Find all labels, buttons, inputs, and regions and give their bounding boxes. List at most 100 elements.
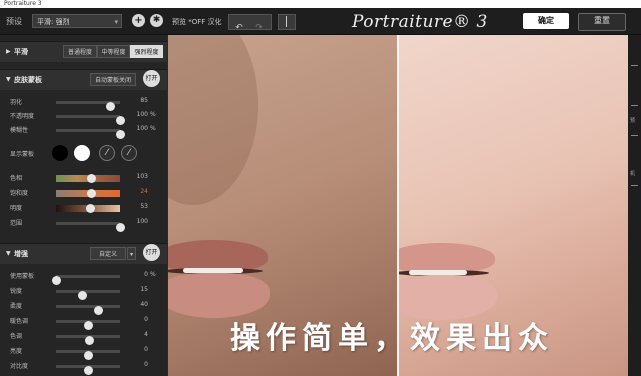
- slider-label: 亮度: [10, 348, 23, 355]
- slider-label: 使用蒙板: [10, 273, 35, 280]
- divider-line: [631, 135, 638, 142]
- slider-row: 不透明度 100 %: [0, 110, 167, 125]
- slider-row: 柔度 40: [0, 300, 167, 315]
- preview-area[interactable]: 操作简单，效果出众: [168, 35, 628, 376]
- black-swatch[interactable]: [52, 145, 68, 161]
- slider-label: 柔度: [10, 303, 23, 310]
- slider-row: 使用蒙板 0 %: [0, 270, 167, 285]
- smoothing-strong-button[interactable]: 强烈程度: [130, 45, 163, 58]
- slider-track[interactable]: [56, 115, 125, 125]
- saturation-gradient-track[interactable]: [56, 189, 120, 198]
- preview-label[interactable]: 预览 *OFF 汉化: [172, 17, 222, 27]
- slider-unit: %: [150, 111, 156, 118]
- undo-icon[interactable]: ↶: [229, 21, 249, 35]
- display-mask-label: 显示蒙板: [10, 151, 35, 158]
- range-slider-row: 范围 100: [0, 217, 167, 232]
- slider-thumb[interactable]: [84, 351, 93, 360]
- auto-mask-button[interactable]: 自动蒙板关闭: [90, 73, 136, 86]
- slider-track[interactable]: [56, 305, 120, 315]
- slider-track[interactable]: [56, 365, 120, 375]
- slider-thumb[interactable]: [77, 291, 87, 300]
- promo-caption: 操作简单，效果出众: [230, 321, 554, 356]
- display-mask-row: 显示蒙板 ⁄ ⁄: [0, 143, 167, 163]
- slider-thumb[interactable]: [87, 189, 97, 198]
- right-label: 预: [630, 118, 636, 124]
- chevron-down-icon[interactable]: ▾: [127, 247, 136, 260]
- slider-thumb[interactable]: [84, 366, 93, 375]
- face-shadow: [168, 35, 258, 205]
- hue-gradient-track[interactable]: [56, 174, 120, 183]
- divider-line: [631, 65, 638, 72]
- confirm-button[interactable]: 确定: [523, 13, 569, 29]
- enhance-section-header[interactable]: ▼ 增强 自定义 ▾: [0, 243, 167, 264]
- redo-icon[interactable]: ↷: [249, 21, 269, 35]
- smoothing-normal-button[interactable]: 普通程度: [63, 45, 97, 58]
- slider-value: 0: [144, 271, 148, 278]
- enhance-title: 增强: [14, 250, 28, 258]
- slider-track[interactable]: [56, 320, 120, 330]
- chevron-down-icon: ▾: [114, 18, 118, 26]
- slider-value: 15: [140, 286, 148, 293]
- preset-dropdown[interactable]: 平滑: 强烈 ▾: [32, 14, 122, 28]
- saturation-slider-row: 饱和度 24: [0, 187, 167, 199]
- slider-value: 100: [136, 111, 148, 118]
- plus-icon[interactable]: +: [132, 14, 145, 27]
- slider-thumb[interactable]: [116, 223, 125, 232]
- slider-thumb[interactable]: [52, 276, 61, 285]
- eyedropper-icon[interactable]: ⁄: [99, 145, 115, 161]
- skin-mask-section-header[interactable]: ▼ 皮肤蒙板 自动蒙板关闭: [0, 69, 167, 90]
- collapse-triangle-icon: ▶: [6, 48, 11, 55]
- preset-label: 预设: [6, 17, 22, 26]
- slider-row: 羽化 85: [0, 96, 167, 111]
- smoothing-title: 平滑: [14, 48, 28, 56]
- slider-row: 亮度 0: [0, 345, 167, 360]
- smoothing-section-header[interactable]: ▶ 平滑 普通程度 中等程度 强烈程度: [0, 41, 167, 62]
- gear-icon[interactable]: ✱: [150, 14, 163, 27]
- slider-track[interactable]: [56, 222, 125, 232]
- slider-track[interactable]: [56, 290, 120, 300]
- slider-track[interactable]: [56, 335, 120, 345]
- slider-row: 对比度 0: [0, 360, 167, 375]
- lower-lip: [168, 273, 270, 318]
- smoothing-medium-button[interactable]: 中等程度: [97, 45, 130, 58]
- reset-button[interactable]: 重置: [578, 13, 626, 31]
- eyedropper-plus-icon[interactable]: ⁄: [121, 145, 137, 161]
- right-sidebar: 预 机: [628, 35, 641, 376]
- preset-value: 平滑: 强烈: [37, 18, 70, 26]
- slider-label: 饱和度: [10, 190, 29, 197]
- slider-label: 范围: [10, 220, 23, 227]
- slider-label: 不透明度: [10, 113, 35, 120]
- skin-mask-title: 皮肤蒙板: [14, 76, 42, 84]
- slider-unit: %: [150, 125, 156, 132]
- slider-track[interactable]: [56, 350, 120, 360]
- enhance-toggle-button[interactable]: 打开: [143, 244, 160, 261]
- slider-thumb[interactable]: [87, 174, 97, 183]
- slider-value: 0: [144, 361, 148, 368]
- top-toolbar: 预设 平滑: 强烈 ▾ + ✱ 预览 *OFF 汉化 ↶ ↷ Portraitur…: [0, 8, 641, 35]
- skin-mask-toggle-button[interactable]: 打开: [143, 70, 160, 87]
- white-swatch[interactable]: [74, 145, 90, 161]
- slider-label: 模糊性: [10, 127, 29, 134]
- slider-track[interactable]: [56, 129, 125, 139]
- slider-value: 53: [140, 203, 148, 210]
- slider-thumb[interactable]: [93, 306, 103, 315]
- enhance-mode-dropdown[interactable]: 自定义: [90, 247, 126, 260]
- slider-label: 色相: [10, 175, 23, 182]
- brightness-gradient-track[interactable]: [56, 204, 120, 213]
- upper-lip: [399, 243, 495, 273]
- slider-thumb[interactable]: [116, 130, 125, 139]
- undo-redo-group: ↶ ↷: [228, 14, 272, 33]
- slider-unit: %: [150, 271, 156, 278]
- slider-row: 暖色调 0: [0, 315, 167, 330]
- slider-track[interactable]: [52, 275, 120, 285]
- slider-track[interactable]: [56, 101, 120, 111]
- slider-value: 103: [136, 173, 148, 180]
- slider-thumb[interactable]: [85, 336, 95, 345]
- slider-value: 0: [144, 316, 148, 323]
- slider-value: 100: [136, 218, 148, 225]
- slider-label: 暖色调: [10, 318, 29, 325]
- slider-thumb[interactable]: [85, 204, 95, 213]
- slider-thumb[interactable]: [84, 321, 93, 330]
- split-view-icon[interactable]: [278, 14, 296, 30]
- slider-value: 40: [140, 301, 148, 308]
